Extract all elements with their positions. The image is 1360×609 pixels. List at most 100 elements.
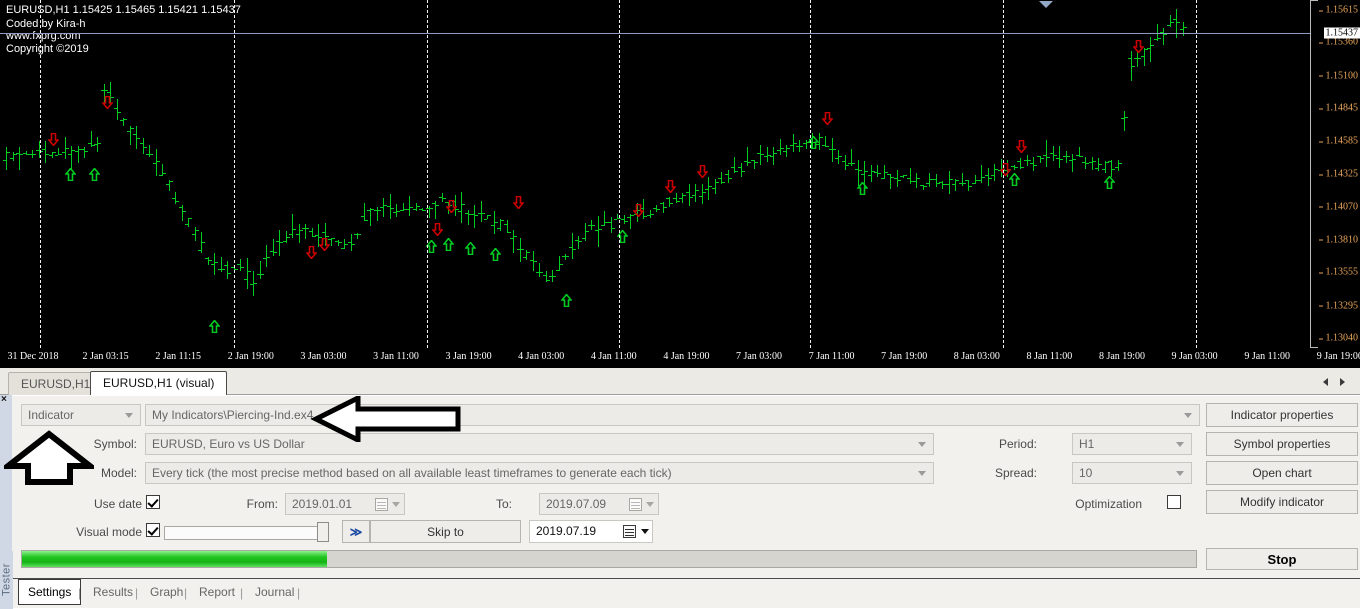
ohlc-close-tick	[969, 186, 972, 187]
ohlc-open-tick	[718, 178, 721, 179]
ohlc-close-tick	[235, 269, 238, 270]
chevron-down-icon[interactable]	[641, 529, 649, 534]
price-chart-canvas[interactable]: EURUSD,H1 1.15425 1.15465 1.15421 1.1543…	[0, 0, 1310, 348]
chevron-down-icon[interactable]	[392, 502, 400, 507]
ohlc-close-tick	[228, 273, 231, 274]
ohlc-open-tick	[855, 169, 858, 170]
ohlc-close-tick	[833, 149, 836, 150]
ohlc-open-tick	[530, 260, 533, 261]
test-type-select[interactable]: Indicator	[21, 404, 141, 426]
ohlc-close-tick	[865, 171, 868, 172]
window-tab-eurusd-h1-visual[interactable]: EURUSD,H1 (visual)	[90, 371, 227, 395]
model-select[interactable]: Every tick (the most precise method base…	[145, 462, 934, 484]
skip-to-button[interactable]: Skip to	[370, 520, 521, 543]
ohlc-open-tick	[289, 234, 292, 235]
ohlc-open-tick	[1180, 29, 1183, 30]
chart-area[interactable]: EURUSD,H1 1.15425 1.15465 1.15421 1.1543…	[0, 0, 1360, 368]
step-forward-button[interactable]: ≫	[342, 520, 370, 543]
calendar-icon[interactable]	[629, 498, 642, 511]
optimization-checkbox[interactable]	[1167, 495, 1181, 509]
ohlc-open-tick	[900, 176, 903, 177]
ohlc-open-tick	[601, 225, 604, 226]
ohlc-open-tick	[965, 180, 968, 181]
open-chart-button[interactable]: Open chart	[1206, 461, 1358, 485]
ohlc-close-tick	[241, 267, 244, 268]
time-axis[interactable]: 31 Dec 20182 Jan 03:152 Jan 11:152 Jan 1…	[0, 348, 1360, 368]
ohlc-bar	[630, 214, 631, 230]
ohlc-bar	[981, 165, 982, 183]
chevron-down-icon[interactable]	[1176, 442, 1184, 447]
test-progress-bar	[21, 550, 1197, 568]
ohlc-bar	[1059, 146, 1060, 168]
expert-path-select[interactable]: My Indicators\Piercing-Ind.ex4	[145, 404, 1200, 426]
ohlc-open-tick	[484, 219, 487, 220]
ohlc-open-tick	[510, 238, 513, 239]
ohlc-open-tick	[1147, 48, 1150, 49]
time-axis-tick: 8 Jan 11:00	[1027, 351, 1073, 362]
ohlc-open-tick	[62, 152, 65, 153]
sell-signal-arrow-icon	[48, 133, 59, 146]
tab-journal[interactable]: Journal	[246, 581, 303, 603]
chevron-down-icon[interactable]	[1184, 413, 1192, 418]
chevron-down-icon[interactable]	[125, 413, 133, 418]
chevron-down-icon[interactable]	[918, 442, 926, 447]
ohlc-close-tick	[274, 252, 277, 253]
ohlc-close-tick	[748, 162, 751, 163]
ohlc-open-tick	[946, 184, 949, 185]
price-axis-tick: 1.15615	[1326, 5, 1359, 16]
ohlc-open-tick	[803, 143, 806, 144]
ohlc-open-tick	[211, 264, 214, 265]
use-date-checkbox[interactable]	[146, 495, 160, 509]
tab-scroll-right-icon[interactable]	[1340, 378, 1345, 386]
ohlc-open-tick	[1095, 168, 1098, 169]
ohlc-close-tick	[475, 215, 478, 216]
ohlc-bar	[162, 164, 163, 175]
symbol-properties-button[interactable]: Symbol properties	[1206, 432, 1358, 456]
visual-speed-slider-thumb[interactable]	[317, 522, 329, 542]
time-axis-tick: 9 Jan 03:00	[1172, 351, 1218, 362]
ohlc-close-tick	[859, 170, 862, 171]
ohlc-close-tick	[573, 249, 576, 250]
tab-scroll-left-icon[interactable]	[1323, 378, 1328, 386]
to-date-input[interactable]: 2019.07.09	[539, 493, 659, 515]
chevron-down-icon[interactable]	[646, 502, 654, 507]
stop-button[interactable]: Stop	[1206, 548, 1358, 570]
ohlc-open-tick	[1115, 167, 1118, 168]
tester-bottom-tabs[interactable]: Tester Settings | Results | Graph | Repo…	[0, 578, 1360, 608]
close-icon[interactable]: ×	[1, 395, 7, 405]
spread-select[interactable]: 10	[1072, 462, 1192, 484]
tab-results[interactable]: Results	[84, 581, 142, 603]
ohlc-open-tick	[575, 240, 578, 241]
indicator-properties-button[interactable]: Indicator properties	[1206, 403, 1358, 427]
modify-indicator-button[interactable]: Modify indicator	[1206, 490, 1358, 514]
use-date-label: Use date	[72, 497, 142, 511]
visual-mode-checkbox[interactable]	[146, 523, 160, 537]
chevron-down-icon[interactable]	[1176, 471, 1184, 476]
visual-speed-slider-track[interactable]	[164, 526, 328, 540]
tester-panel-title: Tester	[0, 551, 13, 609]
chart-window-tabstrip[interactable]: EURUSD,H1 EURUSD,H1 (visual)	[0, 368, 1360, 395]
ohlc-close-tick	[852, 163, 855, 164]
ohlc-open-tick	[939, 182, 942, 183]
time-axis-tick: 8 Jan 03:00	[954, 351, 1000, 362]
chevron-down-icon[interactable]	[918, 471, 926, 476]
ohlc-close-tick	[820, 137, 823, 138]
tab-report[interactable]: Report	[190, 581, 244, 603]
ohlc-close-tick	[430, 208, 433, 209]
skip-to-date-input[interactable]: 2019.07.19	[529, 520, 653, 543]
ohlc-open-tick	[250, 284, 253, 285]
ohlc-close-tick	[1021, 167, 1024, 168]
ohlc-open-tick	[894, 178, 897, 179]
ohlc-open-tick	[406, 209, 409, 210]
period-select[interactable]: H1	[1072, 433, 1192, 455]
ohlc-close-tick	[839, 156, 842, 157]
ohlc-close-tick	[963, 183, 966, 184]
ohlc-close-tick	[417, 206, 420, 207]
ohlc-close-tick	[423, 210, 426, 211]
tab-settings[interactable]: Settings	[18, 579, 81, 605]
from-date-input[interactable]: 2019.01.01	[285, 493, 405, 515]
symbol-select[interactable]: EURUSD, Euro vs US Dollar	[145, 433, 934, 455]
tab-scroll-controls[interactable]	[1312, 373, 1356, 390]
calendar-icon[interactable]	[375, 498, 388, 511]
calendar-icon[interactable]	[623, 525, 636, 538]
